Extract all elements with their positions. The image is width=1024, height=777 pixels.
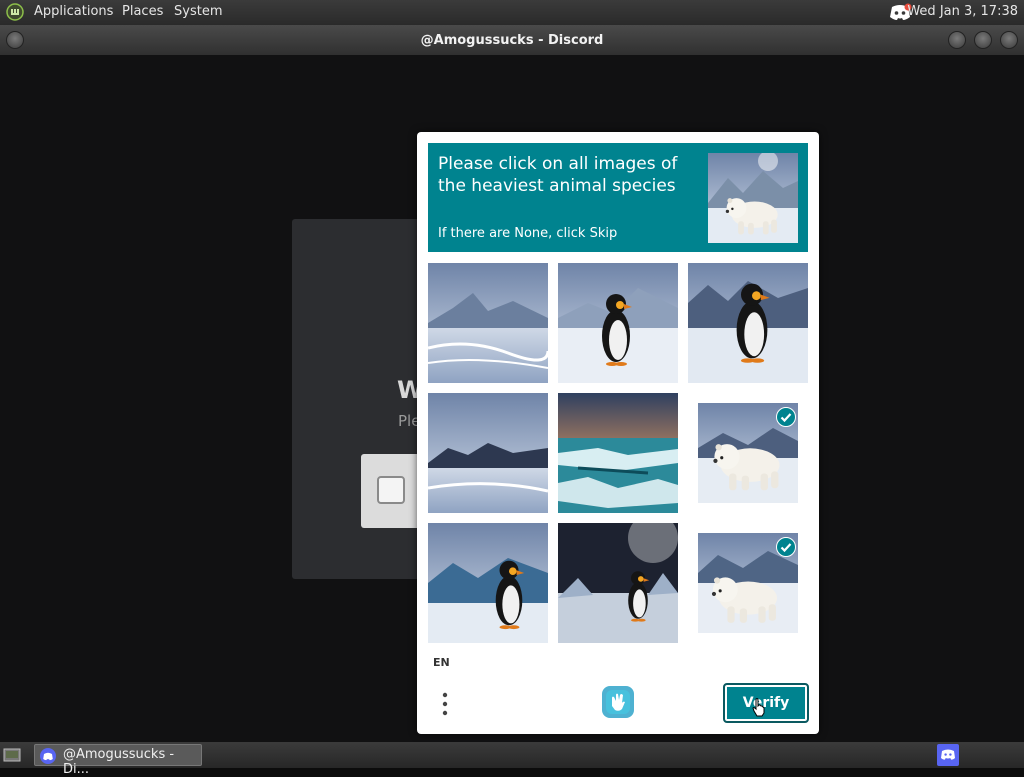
hcaptcha-logo-icon[interactable]: [601, 685, 635, 719]
background-captcha-checkbox: [377, 476, 405, 504]
captcha-prompt: Please click on all images of the heavie…: [428, 143, 808, 252]
top-panel: Applications Places System Wed Jan 3, 17…: [0, 0, 1024, 25]
discord-icon: [40, 748, 56, 764]
skip-hint: If there are None, click Skip: [438, 226, 618, 241]
captcha-tile-8[interactable]: [558, 523, 678, 643]
language-selector[interactable]: EN: [433, 656, 450, 669]
captcha-tile-5[interactable]: [558, 393, 678, 513]
taskbar-window-label: @Amogussucks - Di...: [63, 747, 175, 777]
captcha-tile-2[interactable]: [558, 263, 678, 383]
captcha-tile-1[interactable]: [428, 263, 548, 383]
window-title: @Amogussucks - Discord: [420, 33, 604, 48]
captcha-dialog: Please click on all images of the heavie…: [417, 132, 819, 734]
menu-dots-icon[interactable]: [437, 690, 453, 718]
captcha-tile-4[interactable]: [428, 393, 548, 513]
captcha-tile-7[interactable]: [428, 523, 548, 643]
maximize-button[interactable]: [974, 31, 992, 49]
menu-applications[interactable]: Applications: [34, 4, 113, 19]
prompt-text: Please click on all images of the heavie…: [438, 154, 678, 196]
menu-system[interactable]: System: [174, 4, 222, 19]
cursor-icon: [752, 698, 765, 717]
mint-logo-icon[interactable]: [6, 3, 24, 21]
discord-icon[interactable]: [937, 744, 959, 766]
clock[interactable]: Wed Jan 3, 17:38: [907, 4, 1018, 19]
checkmark-icon: [776, 537, 796, 557]
captcha-tile-3[interactable]: [688, 263, 808, 383]
taskbar: @Amogussucks - Di...: [0, 742, 1024, 777]
menu-places[interactable]: Places: [122, 4, 163, 19]
window-titlebar[interactable]: @Amogussucks - Discord: [0, 25, 1024, 55]
minimize-button[interactable]: [948, 31, 966, 49]
show-desktop-icon[interactable]: [3, 747, 21, 763]
close-button[interactable]: [1000, 31, 1018, 49]
checkmark-icon: [776, 407, 796, 427]
example-image: [708, 153, 798, 243]
taskbar-window-discord[interactable]: @Amogussucks - Di...: [34, 744, 202, 777]
